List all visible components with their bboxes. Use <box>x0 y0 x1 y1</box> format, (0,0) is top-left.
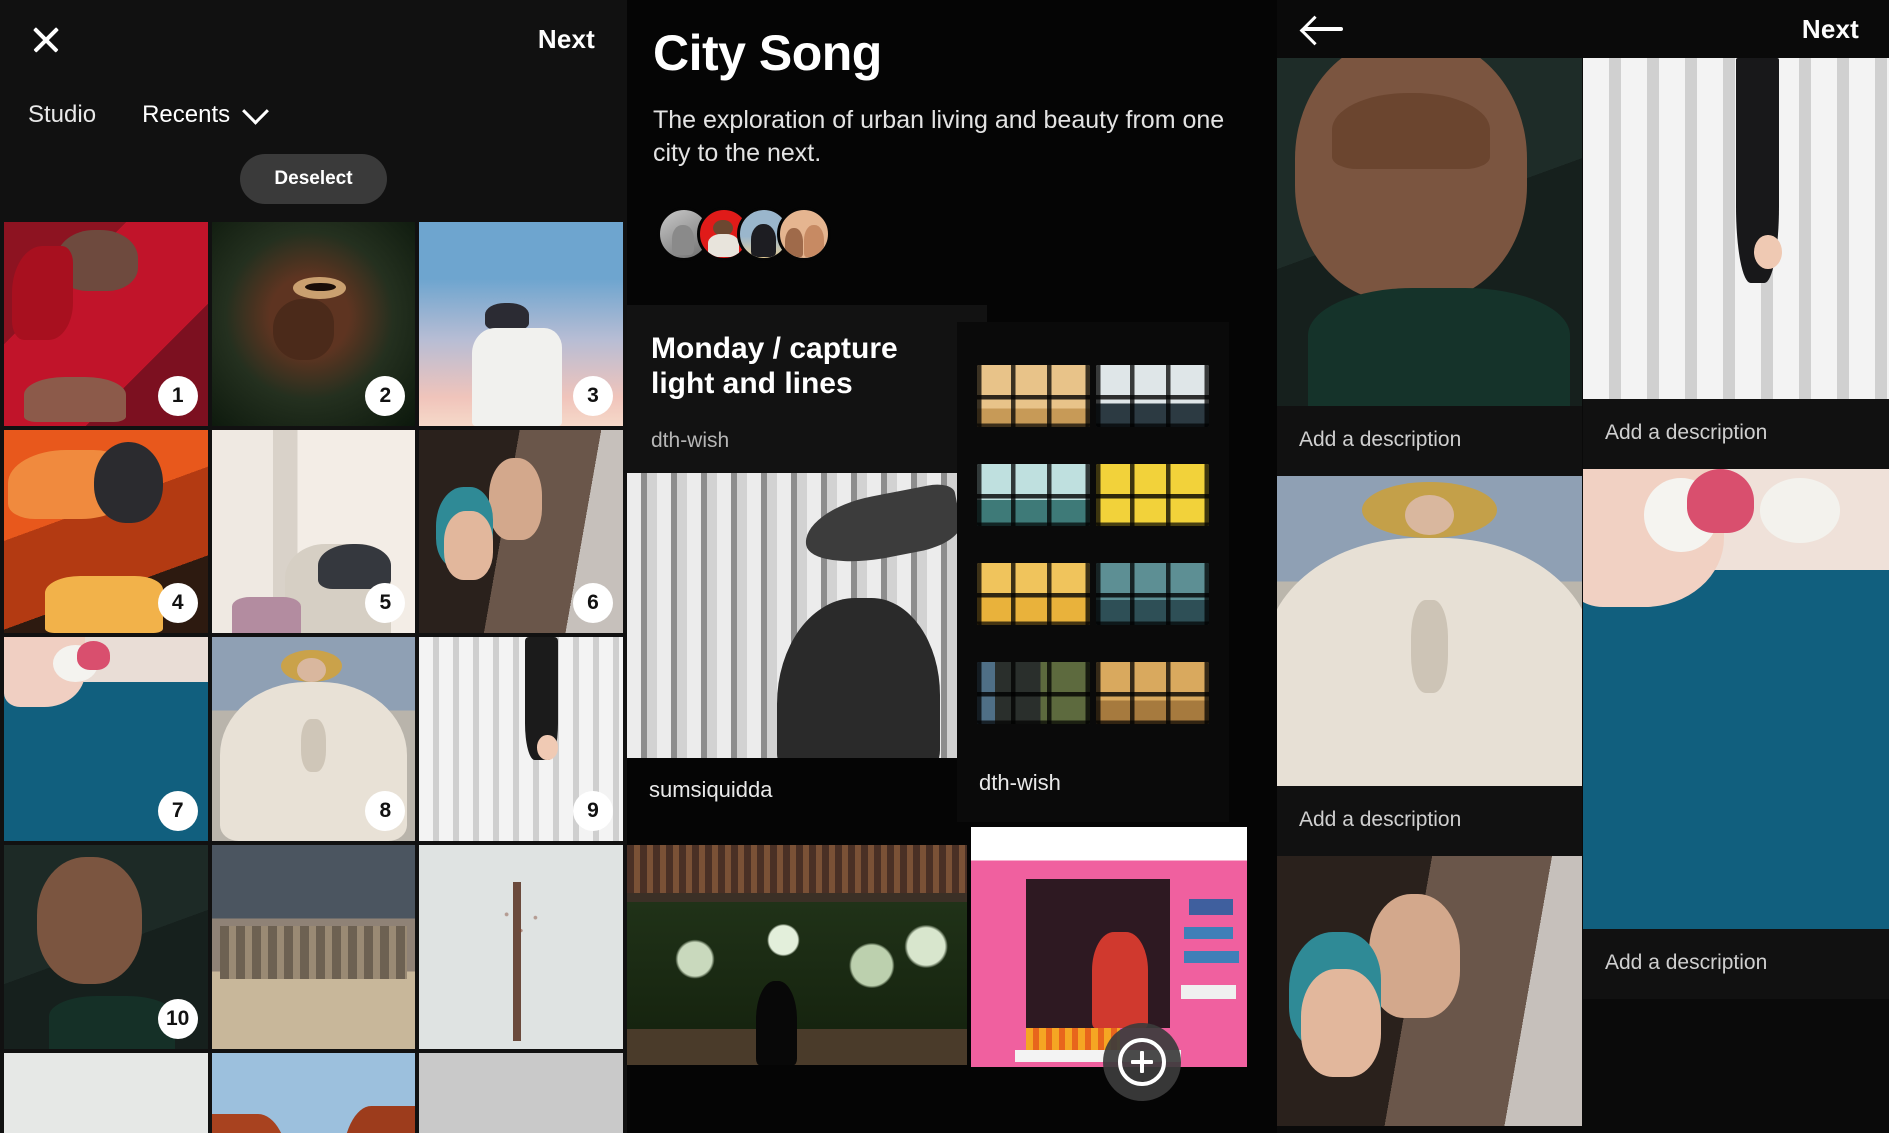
window-tile <box>1096 464 1209 526</box>
media-grid: 1 2 3 4 5 6 7 8 9 10 <box>0 222 627 1133</box>
item-image[interactable] <box>1277 58 1582 406</box>
thumbnail <box>4 1052 208 1133</box>
decorative-arm <box>799 480 965 573</box>
window-tile <box>977 365 1090 427</box>
back-arrow-icon[interactable] <box>1303 14 1345 44</box>
media-cell[interactable]: 7 <box>4 637 208 841</box>
media-cell[interactable] <box>211 1052 416 1133</box>
picker-next-button[interactable]: Next <box>534 18 599 61</box>
collection-header: City Song The exploration of urban livin… <box>627 0 1277 261</box>
contributor-avatars[interactable] <box>653 206 1251 261</box>
recents-label: Recents <box>142 101 231 128</box>
card-caption: sumsiquidda <box>649 776 773 802</box>
storefront-sign <box>1180 984 1236 1000</box>
add-button[interactable] <box>1103 1023 1181 1101</box>
plus-circle-icon <box>1118 1038 1166 1086</box>
media-cell[interactable] <box>419 1052 623 1133</box>
media-cell[interactable]: 1 <box>4 222 208 426</box>
app-screen: Next Studio Recents Deselect 1 2 3 4 5 6… <box>0 0 1889 1133</box>
storefront-sign <box>1183 927 1234 940</box>
avatar <box>777 206 831 261</box>
card-caption: dth-wish <box>979 769 1061 795</box>
media-cell[interactable]: 3 <box>419 222 623 426</box>
storefront-sign <box>1183 951 1239 964</box>
selection-badge: 10 <box>157 998 198 1039</box>
recents-dropdown[interactable]: Recents <box>142 97 270 129</box>
editor-columns: Add a description Add a description Add … <box>1277 58 1889 1133</box>
collection-card-text[interactable]: Monday / capture light and lines dth-wis… <box>627 304 987 490</box>
pavilion-roof <box>627 844 967 893</box>
deselect-row: Deselect <box>0 140 627 204</box>
editor-next-button[interactable]: Next <box>1798 8 1863 51</box>
storefront-sign <box>1189 898 1234 916</box>
card-byline: dth-wish <box>651 429 730 453</box>
editor-item <box>1277 856 1582 1126</box>
media-cell[interactable]: 8 <box>211 637 416 842</box>
editor-column-left: Add a description Add a description <box>1277 58 1583 1133</box>
item-image[interactable] <box>1583 58 1889 399</box>
window-tile <box>1096 365 1209 427</box>
selection-badge: 7 <box>157 791 198 831</box>
collection-description: The exploration of urban living and beau… <box>653 106 1225 168</box>
media-cell[interactable] <box>419 845 623 1049</box>
media-picker-panel: Next Studio Recents Deselect 1 2 3 4 5 6… <box>0 0 627 1133</box>
close-icon[interactable] <box>28 21 64 57</box>
collection-preview-panel: City Song The exploration of urban livin… <box>627 0 1277 1133</box>
media-cell[interactable]: 5 <box>211 429 416 634</box>
window-tile <box>977 563 1090 625</box>
collection-cards: Monday / capture light and lines dth-wis… <box>627 304 1277 1067</box>
page-title: City Song <box>653 25 882 81</box>
media-cell[interactable] <box>211 845 416 1049</box>
thumbnail <box>211 1052 416 1133</box>
editor-column-right: Add a description Add a description <box>1583 58 1889 1133</box>
thumbnail <box>211 845 416 1049</box>
selection-badge: 3 <box>573 375 613 416</box>
window-grid <box>957 322 1229 752</box>
editor-item: Add a description <box>1583 58 1889 469</box>
description-input[interactable]: Add a description <box>1583 929 1889 999</box>
item-image[interactable] <box>1583 469 1889 929</box>
window-tile <box>1096 563 1209 625</box>
selection-badge: 1 <box>157 375 198 416</box>
selection-badge: 2 <box>365 375 406 416</box>
description-editor-panel: Next Add a description Add a description… <box>1277 0 1889 1133</box>
description-input[interactable]: Add a description <box>1277 786 1582 856</box>
editor-topbar: Next <box>1277 0 1889 58</box>
studio-label: Studio <box>28 101 97 128</box>
window-tile <box>977 464 1090 526</box>
media-cell[interactable]: 9 <box>419 637 623 842</box>
media-cell[interactable] <box>4 1052 208 1133</box>
collection-card-storefront[interactable] <box>971 826 1247 1067</box>
collection-card-pavilion[interactable] <box>627 844 967 1065</box>
description-input[interactable]: Add a description <box>1277 406 1582 476</box>
editor-item: Add a description <box>1277 58 1582 476</box>
media-cell[interactable]: 4 <box>4 429 208 634</box>
media-cell[interactable]: 6 <box>419 429 623 634</box>
pavilion-foliage <box>627 901 967 1030</box>
thumbnail <box>419 1052 623 1133</box>
window-tile <box>977 662 1090 724</box>
picker-topbar: Next <box>0 0 627 78</box>
selection-badge: 9 <box>573 791 613 832</box>
collection-card-stripes[interactable] <box>627 472 967 758</box>
deselect-button[interactable]: Deselect <box>240 154 387 204</box>
item-image[interactable] <box>1277 856 1582 1126</box>
storefront-person <box>1092 932 1148 1029</box>
description-input[interactable]: Add a description <box>1583 399 1889 469</box>
selection-badge: 4 <box>157 583 198 624</box>
media-cell[interactable]: 10 <box>4 845 208 1049</box>
pavilion-figure <box>756 980 797 1065</box>
thumbnail <box>419 845 623 1049</box>
editor-item: Add a description <box>1583 469 1889 999</box>
picker-filterbar: Studio Recents <box>0 78 627 140</box>
decorative-figure <box>776 597 940 758</box>
card-heading: Monday / capture light and lines <box>651 331 898 400</box>
editor-item: Add a description <box>1277 476 1582 856</box>
window-tile <box>1096 662 1209 724</box>
item-image[interactable] <box>1277 476 1582 786</box>
collection-card-windows[interactable]: dth-wish <box>957 321 1229 822</box>
chevron-down-icon <box>242 97 270 125</box>
media-cell[interactable]: 2 <box>211 222 416 426</box>
